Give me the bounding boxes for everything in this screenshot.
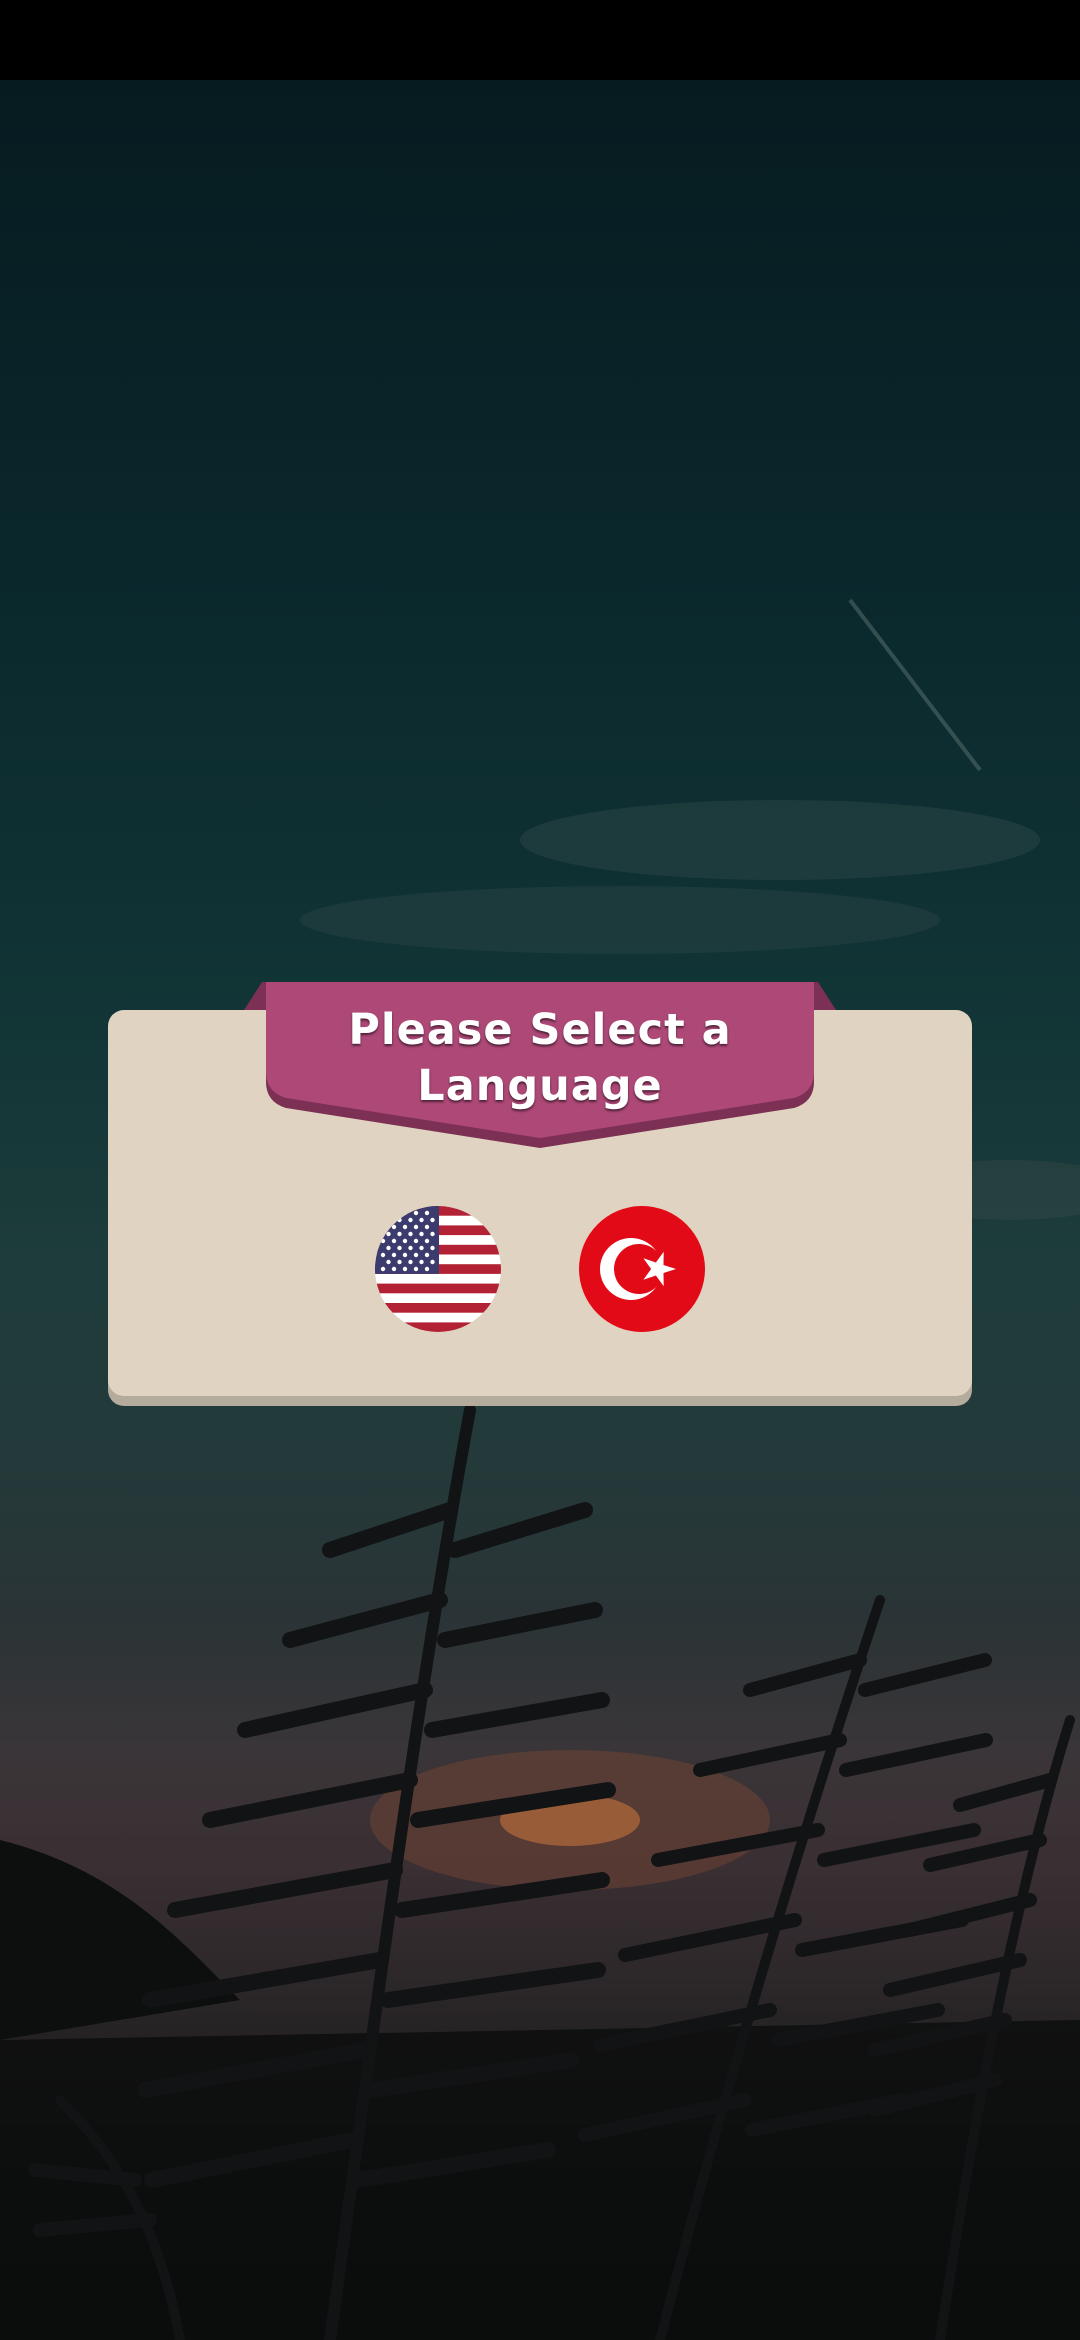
title-ribbon: Please Select a Language	[244, 982, 836, 1148]
dialog-title: Please Select a Language	[274, 1002, 806, 1114]
language-button-english[interactable]	[375, 1206, 501, 1332]
us-flag-icon	[375, 1206, 501, 1332]
dialog-title-line-1: Please Select a	[348, 1005, 732, 1055]
language-button-turkish[interactable]	[579, 1206, 705, 1332]
turkey-flag-icon	[579, 1206, 705, 1332]
dialog-title-line-2: Language	[417, 1061, 663, 1111]
status-bar	[0, 0, 1080, 80]
